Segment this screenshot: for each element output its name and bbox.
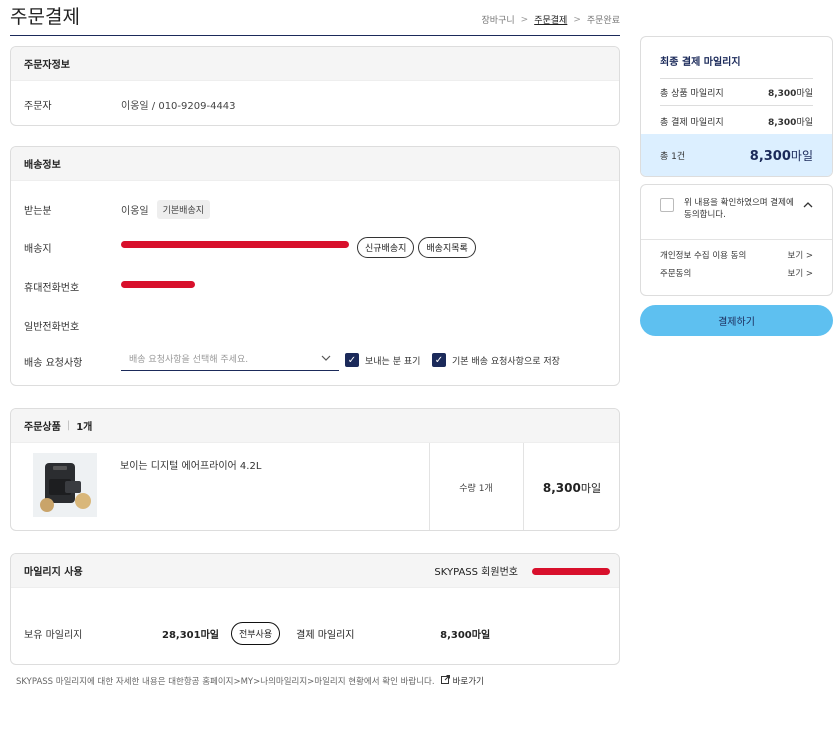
breadcrumb-checkout: 주문결제: [534, 16, 568, 26]
recipient-row: 받는분 이옹일 기본배송지: [24, 200, 211, 219]
request-row: 배송 요청사항: [24, 354, 121, 369]
orderer-card: 주문자정보 주문자 이옹일 / 010-9209-4443: [10, 46, 620, 126]
request-placeholder: 배송 요청사항을 선택해 주세요.: [129, 355, 249, 365]
heading-divider: |: [66, 420, 71, 431]
request-label: 배송 요청사항: [24, 358, 83, 369]
agree-checkbox[interactable]: [660, 198, 674, 212]
agree-item-label: 개인정보 수집 이용 동의: [660, 251, 747, 261]
orderer-value: 이옹일 / 010-9209-4443: [121, 101, 236, 112]
product-heading: 주문상품 | 1개: [11, 409, 619, 443]
default-address-tag: 기본배송지: [156, 200, 211, 219]
save-default-label: 기본 배송 요청사항으로 저장: [452, 356, 560, 367]
mobile-row: 휴대전화번호: [24, 279, 121, 294]
use-all-button[interactable]: 전부사용: [231, 622, 281, 645]
summary-row-label: 총 상품 마일리지: [660, 88, 724, 99]
skypass-label: SKYPASS 회원번호: [434, 567, 518, 578]
chevron-up-icon[interactable]: [803, 200, 813, 211]
new-address-button[interactable]: 신규배송지: [357, 237, 415, 258]
agree-item-order: 주문동의 보기 >: [641, 264, 832, 282]
footnote: SKYPASS 마일리지에 대한 자세한 내용은 대한항공 홈페이지>MY>나의…: [16, 675, 484, 687]
mileage-heading: 마일리지 사용 SKYPASS 회원번호: [11, 554, 619, 588]
page-title: 주문결제: [10, 6, 80, 28]
mobile-redaction-mark: [121, 281, 195, 288]
product-qty: 수량 1개: [459, 484, 493, 494]
owned-mileage-row: 보유 마일리지 28,301마일 전부사용 결제 마일리지 8,300마일: [24, 622, 490, 645]
summary-card: 최종 결제 마일리지 총 상품 마일리지 8,300마일 총 결제 마일리지 8…: [640, 36, 833, 177]
price-cell: 8,300 마일: [523, 480, 619, 496]
product-name[interactable]: 보이는 디지털 에어프라이어 4.2L: [120, 457, 261, 472]
breadcrumb-separator: >: [573, 14, 581, 25]
product-price-unit: 마일: [580, 482, 602, 495]
product-card: 주문상품 | 1개 보이는 디지털 에어프라이어 4.2L 수량 1개 8,30…: [10, 408, 620, 531]
breadcrumb-complete: 주문완료: [586, 16, 620, 26]
mileage-heading-label: 마일리지 사용: [24, 567, 83, 578]
owned-mileage-value: 28,301마일: [162, 630, 219, 641]
pay-button[interactable]: 결제하기: [640, 305, 833, 336]
shortcut-link-label: 바로가기: [452, 677, 484, 687]
summary-total-label: 총 1건: [660, 151, 686, 162]
phone-row: 일반전화번호: [24, 318, 121, 333]
orderer-label: 주문자: [24, 101, 52, 112]
summary-row-label: 총 결제 마일리지: [660, 117, 724, 128]
summary-heading: 최종 결제 마일리지: [660, 57, 741, 68]
title-divider: [10, 35, 620, 36]
breadcrumb-cart[interactable]: 장바구니: [482, 13, 515, 26]
summary-row-product: 총 상품 마일리지 8,300마일: [660, 79, 813, 106]
owned-mileage-label: 보유 마일리지: [24, 630, 83, 641]
agree-item-privacy: 개인정보 수집 이용 동의 보기 >: [641, 246, 832, 264]
product-heading-label: 주문상품: [24, 422, 61, 433]
product-image[interactable]: [33, 453, 97, 517]
request-select[interactable]: 배송 요청사항을 선택해 주세요.: [121, 347, 339, 371]
shipping-heading: 배송정보: [11, 147, 619, 181]
skypass-redaction-mark: [532, 568, 610, 575]
agree-view-link[interactable]: 보기 >: [788, 267, 813, 279]
mobile-label: 휴대전화번호: [24, 283, 80, 294]
sender-check-row: ✓ 보내는 분 표기: [345, 353, 420, 367]
agree-text: 위 내용을 확인하였으며 결제에 동의합니다.: [684, 198, 794, 220]
summary-total-unit: 마일: [790, 148, 813, 163]
orderer-heading: 주문자정보: [11, 47, 619, 81]
address-list-button[interactable]: 배송지목록: [418, 237, 476, 258]
agree-item-label: 주문동의: [660, 269, 692, 279]
address-redaction-mark: [121, 241, 349, 248]
orderer-row: 주문자 이옹일 / 010-9209-4443: [24, 97, 236, 112]
shipping-card: 배송정보 받는분 이옹일 기본배송지 배송지 신규배송지 배송지목록 휴대전화번…: [10, 146, 620, 386]
summary-row-unit: 마일: [796, 88, 813, 99]
save-default-checkbox[interactable]: ✓: [432, 353, 446, 367]
phone-label: 일반전화번호: [24, 322, 80, 333]
product-count: 1개: [76, 422, 93, 433]
summary-row-number: 8,300: [767, 88, 797, 99]
breadcrumb: 장바구니 > 주문결제 > 주문완료: [482, 13, 620, 27]
summary-row-unit: 마일: [796, 117, 813, 128]
summary-total-number: 8,300: [749, 148, 791, 164]
address-label: 배송지: [24, 244, 52, 255]
recipient-label: 받는분: [24, 206, 52, 217]
sender-checkbox[interactable]: ✓: [345, 353, 359, 367]
recipient-value: 이옹일: [121, 206, 149, 217]
shortcut-link[interactable]: 바로가기: [440, 675, 484, 687]
qty-cell: 수량 1개: [429, 481, 523, 494]
agreement-card: 위 내용을 확인하였으며 결제에 동의합니다. 개인정보 수집 이용 동의 보기…: [640, 184, 833, 296]
save-default-row: ✓ 기본 배송 요청사항으로 저장: [432, 353, 560, 367]
mileage-card: 마일리지 사용 SKYPASS 회원번호 보유 마일리지 28,301마일 전부…: [10, 553, 620, 665]
sender-check-label: 보내는 분 표기: [365, 356, 421, 367]
summary-total: 총 1건 8,300마일: [641, 134, 832, 176]
product-price-number: 8,300: [542, 481, 581, 495]
product-name-row: 보이는 디지털 에어프라이어 4.2L: [120, 457, 261, 472]
summary-row-number: 8,300: [767, 117, 797, 128]
agree-view-link[interactable]: 보기 >: [788, 249, 813, 261]
chevron-down-icon: [321, 354, 331, 364]
pay-mileage-label: 결제 마일리지: [296, 630, 355, 641]
agree-row: 위 내용을 확인하였으며 결제에 동의합니다.: [641, 185, 832, 240]
breadcrumb-separator: >: [520, 14, 529, 25]
external-link-icon: [440, 675, 450, 687]
footnote-text: SKYPASS 마일리지에 대한 자세한 내용은 대한항공 홈페이지>MY>나의…: [16, 677, 435, 687]
pay-mileage-value: 8,300마일: [440, 630, 491, 641]
summary-row-payment: 총 결제 마일리지 8,300마일: [660, 106, 813, 136]
